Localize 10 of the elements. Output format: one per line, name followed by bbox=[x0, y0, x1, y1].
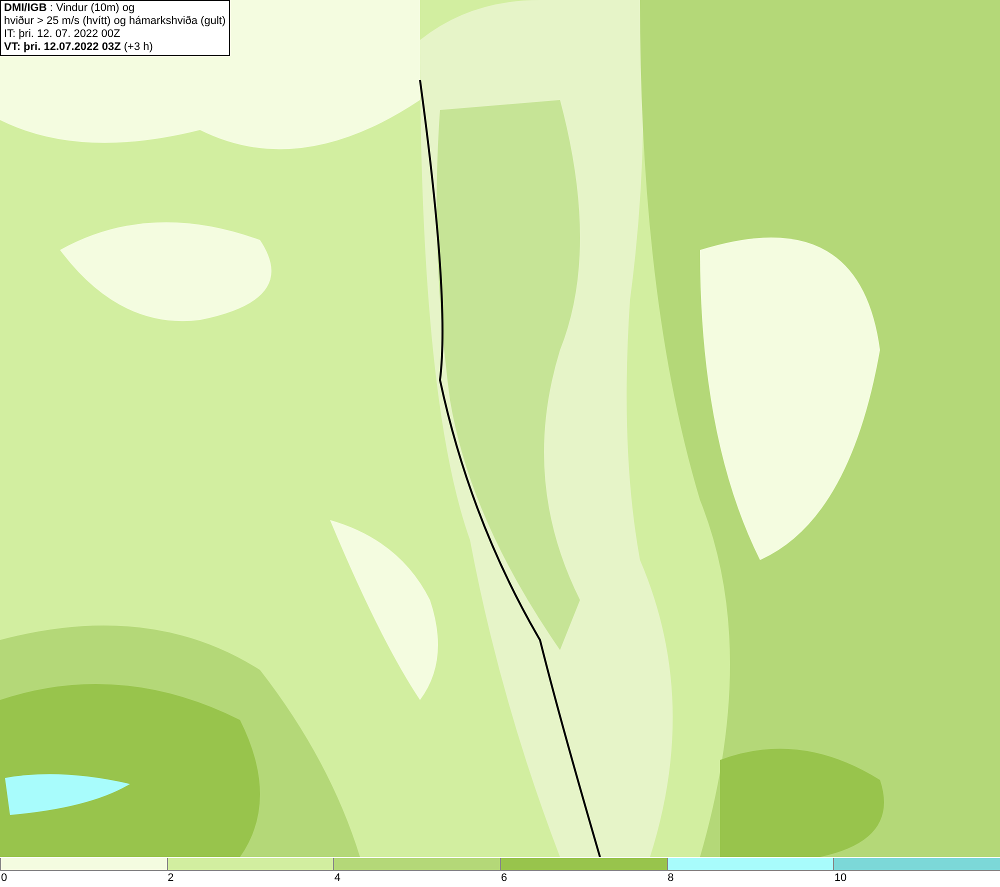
info-text: IT: þri. 12. 07. 2022 00Z bbox=[4, 28, 122, 41]
info-text: DMI/IGB : Vindur (10m) og bbox=[4, 2, 136, 15]
legend-label: 0 bbox=[0, 871, 8, 886]
info-text: VT: þri. 12.07.2022 03Z (+3 h) bbox=[4, 41, 154, 54]
legend-label: 4 bbox=[333, 871, 340, 886]
legend-label: 6 bbox=[500, 871, 508, 886]
legend-label: 2 bbox=[166, 871, 174, 886]
legend-label: 10 bbox=[833, 871, 847, 886]
legend-label: 8 bbox=[666, 871, 674, 886]
info-text: hviður > 25 m/s (hvítt) og hámarkshviða (gult) bbox=[4, 15, 226, 28]
